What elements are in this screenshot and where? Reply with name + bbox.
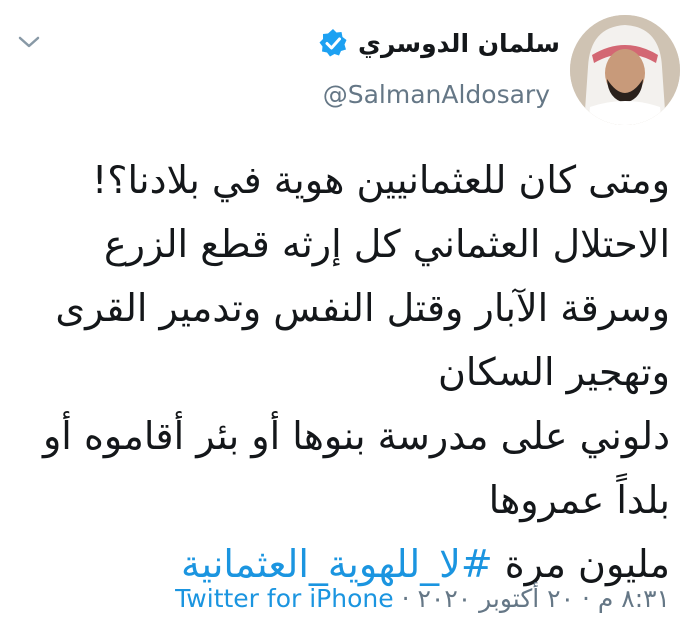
avatar-image [570, 15, 680, 125]
tweet-metadata: ٨:٣١ م · ٢٠ أكتوبر ٢٠٢٠ · Twitter for iP… [175, 584, 670, 613]
separator: · [393, 584, 418, 613]
avatar[interactable] [570, 15, 680, 125]
author-display-name: سلمان الدوسري [358, 28, 560, 58]
chevron-down-icon[interactable] [18, 34, 40, 50]
tweet-line: ومتى كان للعثمانيين هوية في بلادنا؟! [92, 158, 670, 202]
tweet-source-link[interactable]: Twitter for iPhone [175, 584, 393, 613]
tweet-line: وتهجير السكان [438, 350, 670, 394]
author-name-row[interactable]: سلمان الدوسري [318, 28, 560, 58]
tweet-line: الاحتلال العثماني كل إرثه قطع الزرع [103, 222, 670, 266]
verified-badge-icon [319, 29, 347, 57]
tweet-date[interactable]: ٢٠ أكتوبر ٢٠٢٠ [417, 584, 574, 613]
tweet-line: بلداً عمروها [488, 478, 670, 522]
tweet-line: وسرقة الآبار وقتل النفس وتدمير القرى [55, 286, 670, 330]
author-handle[interactable]: @SalmanAldosary [323, 80, 550, 109]
tweet-text: ومتى كان للعثمانيين هوية في بلادنا؟! الا… [10, 148, 670, 596]
tweet-time[interactable]: ٨:٣١ م [598, 584, 670, 613]
separator: · [574, 584, 598, 613]
tweet-line: دلوني على مدرسة بنوها أو بئر أقاموه أو [42, 414, 670, 458]
hashtag-link[interactable]: #لا_للهوية_العثمانية [181, 542, 493, 586]
tweet-line-prefix: مليون مرة [492, 542, 670, 586]
